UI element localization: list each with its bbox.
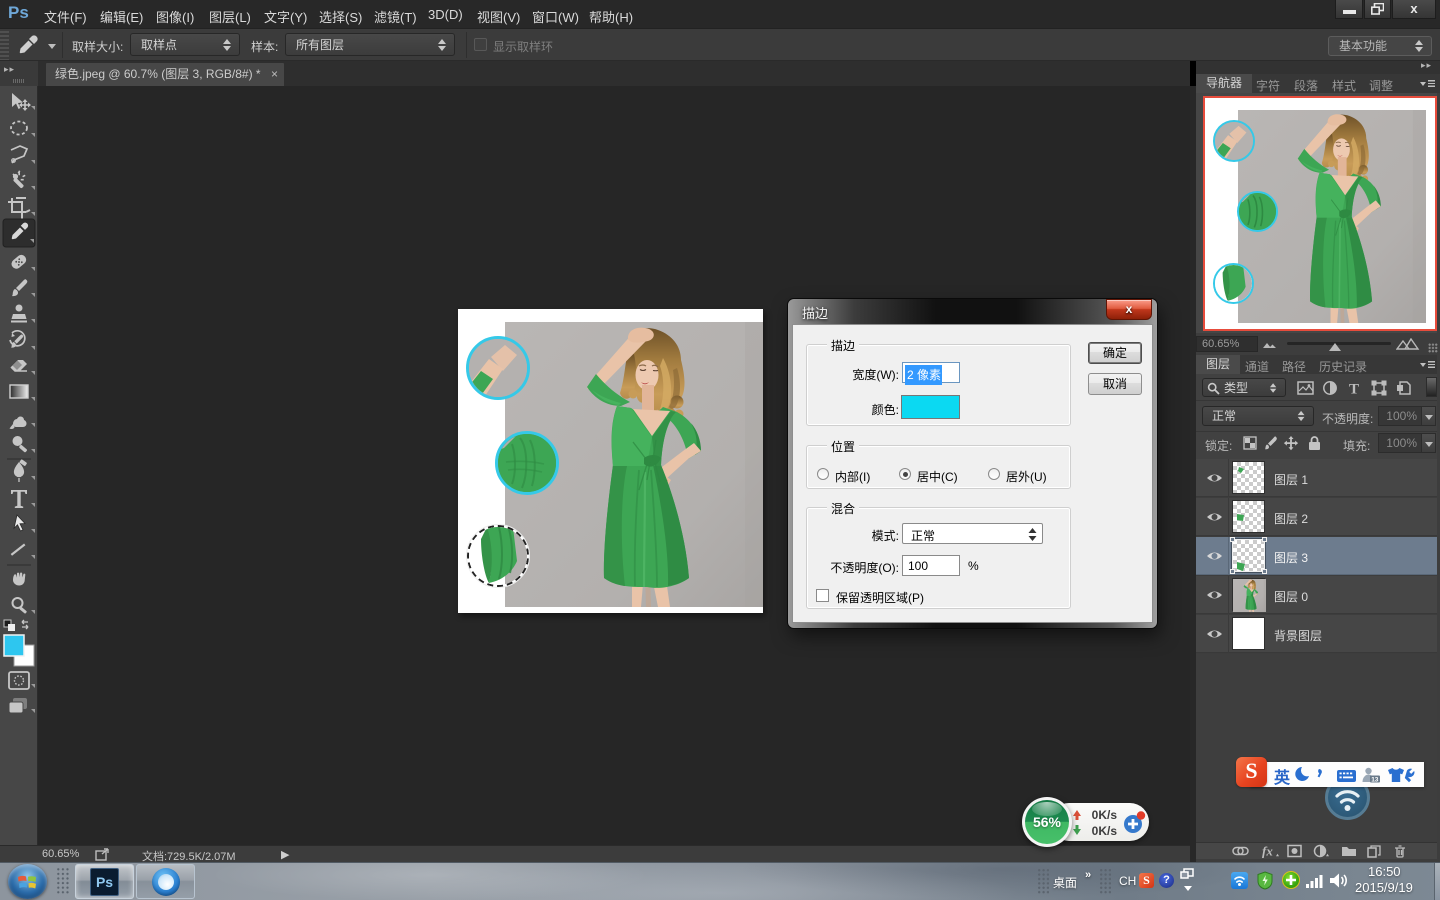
svg-text:0K/s: 0K/s bbox=[1092, 808, 1118, 822]
svg-text:T: T bbox=[1349, 382, 1359, 397]
svg-text:13: 13 bbox=[1371, 776, 1379, 783]
svg-text:0K/s: 0K/s bbox=[1092, 824, 1118, 838]
svg-text:fx: fx bbox=[1262, 844, 1273, 858]
